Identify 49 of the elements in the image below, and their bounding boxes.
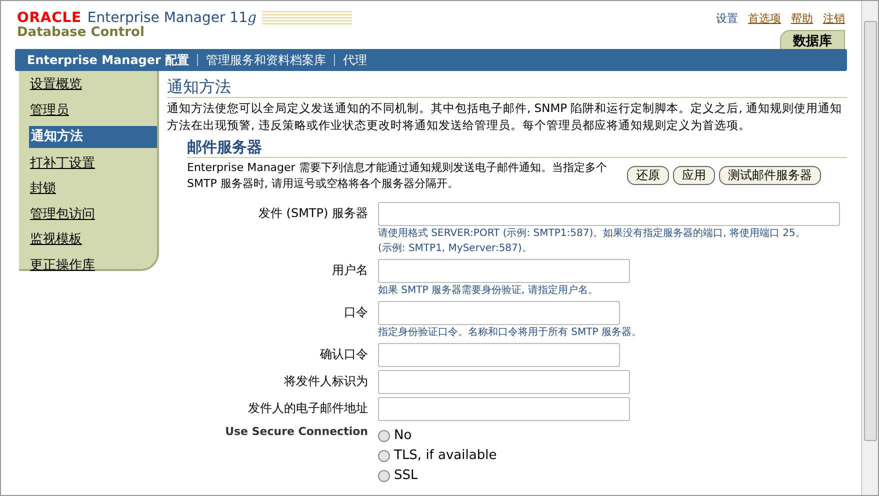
brand-logo: ORACLE	[17, 11, 82, 25]
scrollbar[interactable]	[861, 1, 878, 495]
sidebar-item[interactable]: 管理员	[29, 100, 157, 120]
text-field[interactable]	[378, 342, 620, 367]
field-hint: 指定身份验证口令。名称和口令将用于所有 SMTP 服务器。	[378, 326, 642, 340]
radio-button[interactable]	[378, 430, 390, 442]
action-button[interactable]: 还原	[627, 166, 669, 185]
page-title: 通知方法	[167, 77, 847, 98]
header-link[interactable]: 设置	[716, 11, 738, 28]
text-field[interactable]	[378, 396, 630, 421]
sidebar-item[interactable]: 管理包访问	[29, 204, 157, 224]
radio-label: No	[394, 426, 412, 445]
nav-link[interactable]: Enterprise Manager 配置	[27, 51, 190, 69]
nav-link[interactable]: 管理服务和资料档案库	[206, 51, 326, 69]
field-label: 口令	[343, 304, 368, 321]
field-label: 确认口令	[319, 346, 368, 363]
sidebar-item[interactable]: 封锁	[29, 179, 157, 198]
header-link[interactable]: 帮助	[791, 11, 813, 28]
product-name: Enterprise Manager 11g	[87, 11, 256, 25]
text-field[interactable]	[378, 300, 620, 325]
field-label: 发件 (SMTP) 服务器	[257, 204, 368, 222]
field-hint: 如果 SMTP 服务器需要身份验证, 请指定用户名。	[378, 284, 599, 298]
subtitle: Database Control	[17, 25, 146, 42]
section-description: Enterprise Manager 需要下列信息才能通过通知规则发送电子邮件通知。当指定多个 SMTP 服务器时, 请用逗号或空格将各个服务器分隔开。	[187, 160, 608, 192]
action-button[interactable]: 测试邮件服务器	[719, 166, 821, 185]
page-description: 通知方法使您可以全局定义发送通知的不同机制。其中包括电子邮件, SNMP 陷阱和运行定制脚本。定义之后, 通知规则使用通知方法在出现预警, 违反策略或作业状态更改时将通知发送给管理员。每个管理员都应将通知规则定义为首选项。	[167, 100, 844, 134]
field-label: 将发件人标识为	[283, 372, 368, 390]
action-button[interactable]: 应用	[673, 166, 715, 185]
sidebar-item[interactable]: 打补丁设置	[29, 154, 157, 173]
radio-label: TLS, if available	[394, 446, 497, 465]
field-hint: 请使用格式 SERVER:PORT (示例: SMTP1:587)。如果没有指定服务器的端口, 将使用端口 25。(示例: SMTP1, MyServer:587)。	[378, 226, 806, 256]
text-field[interactable]	[378, 258, 630, 283]
field-label: Use Secure Connection	[224, 424, 368, 440]
sidebar-item[interactable]: 通知方法	[29, 126, 157, 148]
text-field[interactable]	[378, 370, 630, 394]
radio-button[interactable]	[378, 450, 390, 462]
text-field[interactable]	[378, 202, 840, 226]
field-label: 发件人的电子邮件地址	[247, 400, 368, 417]
field-label: 用户名	[331, 262, 368, 279]
section-title: 邮件服务器	[187, 138, 847, 158]
scrollbar-thumb[interactable]	[864, 21, 876, 441]
nav-link[interactable]: 代理	[343, 51, 368, 69]
header-link[interactable]: 首选项	[748, 11, 781, 28]
sidebar-item[interactable]: 更正操作库	[29, 256, 157, 275]
radio-label: SSL	[394, 466, 418, 485]
radio-button[interactable]	[378, 470, 390, 482]
sidebar-item[interactable]: 设置概览	[29, 75, 157, 94]
sidebar-item[interactable]: 监视模板	[29, 230, 157, 250]
header-link[interactable]: 注销	[823, 11, 845, 28]
